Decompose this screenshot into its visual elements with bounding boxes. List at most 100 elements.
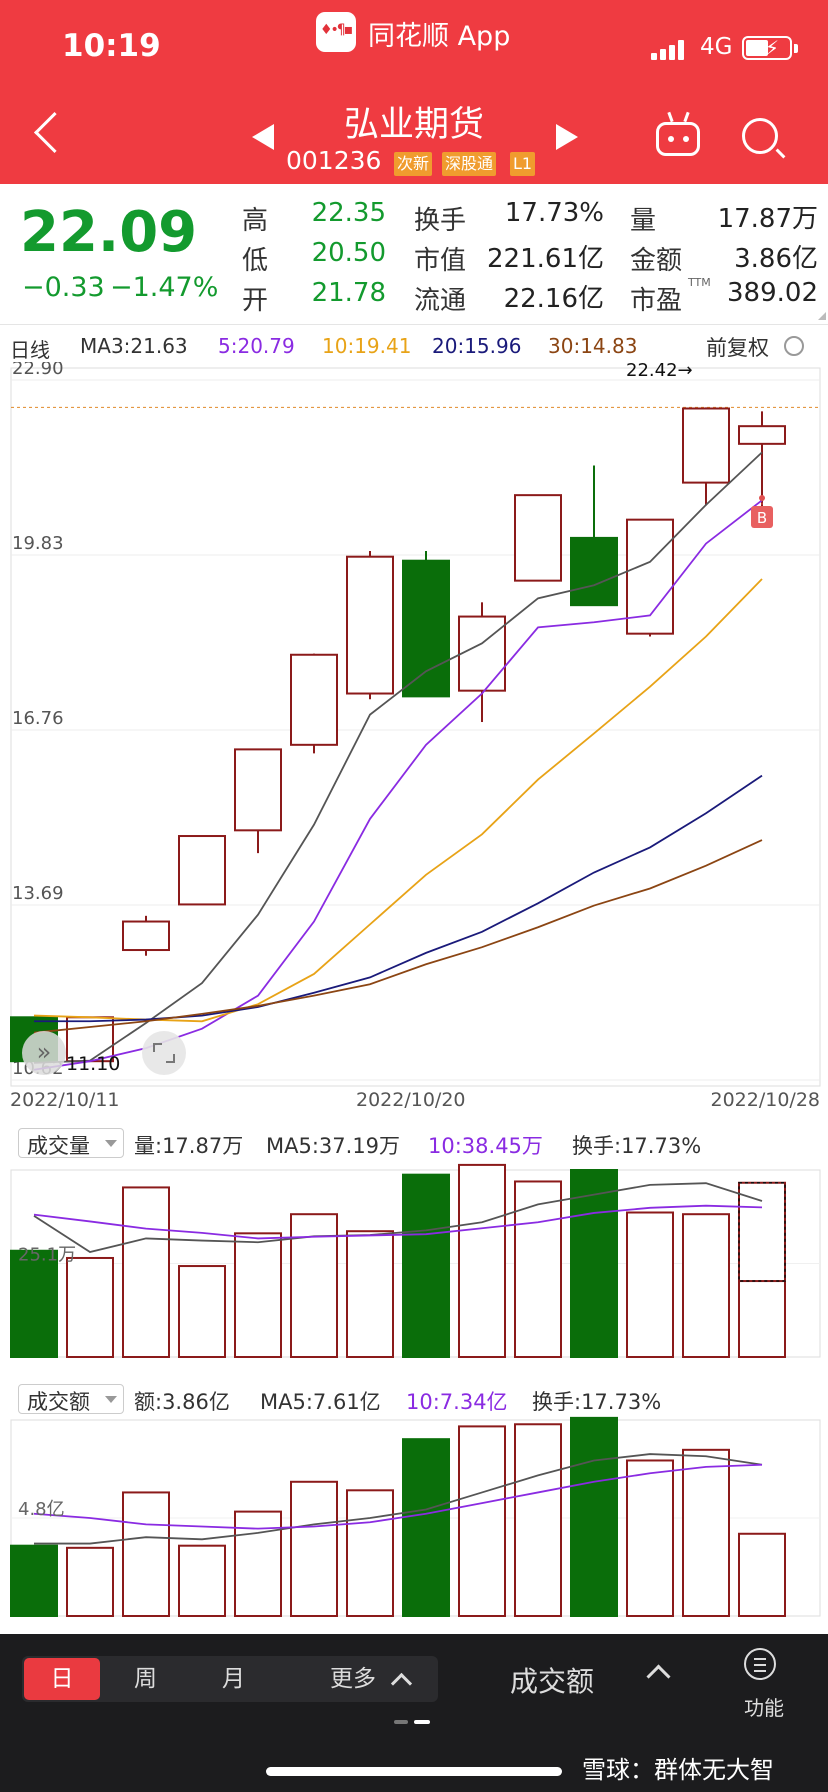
candle-body (290, 653, 338, 746)
current-price: 22.09 (20, 200, 198, 265)
candle-body (514, 494, 562, 582)
amount-ma10: 10:7.34亿 (406, 1390, 508, 1414)
candle-body (682, 407, 730, 484)
volume-indicator-label: 成交量 (27, 1134, 90, 1158)
next-stock-button[interactable] (556, 124, 578, 150)
tab-week[interactable]: 周 (134, 1658, 157, 1700)
value-amount: 3.86亿 (734, 244, 818, 274)
function-label[interactable]: 功能 (744, 1692, 784, 1721)
value-open: 21.78 (311, 278, 386, 308)
candle-body (738, 425, 786, 445)
search-icon[interactable] (742, 118, 778, 154)
indicator-selector[interactable]: 成交额 (510, 1660, 594, 1700)
ma30-value: 30:14.83 (548, 334, 638, 358)
amount-bar (738, 1532, 786, 1617)
low-price-label: 11.10 (66, 1053, 120, 1075)
tab-day[interactable]: 日 (24, 1658, 100, 1700)
kline-chart[interactable]: 22.9019.8316.7613.6910.6222.42→11.10B»20… (0, 362, 828, 1124)
volume-bar (682, 1213, 730, 1359)
kline-ytick: 16.76 (12, 708, 64, 729)
kline-ytick: 22.90 (12, 362, 64, 379)
kline-xtick: 2022/10/20 (356, 1089, 466, 1111)
candle-body (402, 559, 450, 698)
volume-ma10: 10:38.45万 (428, 1134, 543, 1158)
gear-icon[interactable] (784, 336, 804, 356)
value-pe: 389.02 (727, 278, 818, 308)
chevron-down-icon (105, 1396, 117, 1403)
amount-bar (178, 1544, 226, 1617)
tag-level: L1 (510, 152, 536, 176)
app-logo-glyph: ♦•¶▪ (320, 22, 353, 38)
label-pe: 市盈 (630, 286, 683, 316)
tab-more[interactable]: 更多 (330, 1658, 376, 1700)
label-market-cap: 市值 (414, 246, 467, 276)
volume-bar (10, 1249, 58, 1358)
label-turnover: 换手 (414, 206, 467, 236)
label-ttm: TTM (688, 276, 711, 289)
amount-bar (10, 1544, 58, 1617)
volume-current-bar (738, 1280, 786, 1358)
value-market-cap: 221.61亿 (487, 244, 604, 274)
volume-bar (626, 1211, 674, 1358)
label-open: 开 (242, 286, 269, 316)
volume-bar (66, 1256, 114, 1358)
candle-body (234, 748, 282, 832)
divider (0, 324, 828, 325)
buy-signal-label: B (757, 509, 767, 527)
ma10-line (33, 578, 763, 1023)
ma5-value: 5:20.79 (218, 334, 295, 358)
amount-bar (66, 1546, 114, 1617)
tag-connect: 深股通 (442, 152, 497, 176)
signal-icon (651, 38, 691, 60)
amount-indicator-label: 成交额 (27, 1390, 90, 1414)
fullscreen-button (142, 1031, 186, 1075)
tab-month[interactable]: 月 (222, 1658, 245, 1700)
home-indicator[interactable] (266, 1767, 562, 1776)
value-float-cap: 22.16亿 (503, 284, 604, 314)
volume-chart[interactable]: 25.1万 (0, 1160, 828, 1360)
volume-value: 量:17.87万 (134, 1134, 244, 1158)
stock-name: 弘业期货 (343, 105, 484, 145)
value-volume: 17.87万 (717, 204, 818, 234)
label-volume: 量 (630, 206, 657, 236)
volume-ma5: MA5:37.19万 (266, 1134, 401, 1158)
label-low: 低 (242, 246, 269, 276)
amount-bar (570, 1416, 618, 1617)
amount-bar (290, 1480, 338, 1617)
robot-assistant-icon[interactable] (656, 111, 700, 156)
signal-dot (759, 495, 765, 501)
app-logo-icon: ♦•¶▪ (316, 12, 356, 52)
ma20-value: 20:15.96 (432, 334, 522, 358)
value-turnover: 17.73% (504, 198, 604, 228)
label-float-cap: 流通 (414, 286, 467, 316)
double-chevron-icon: » (37, 1038, 52, 1066)
tag-new-listing: 次新 (394, 152, 433, 176)
candle-body (346, 555, 394, 695)
kline-ytick: 19.83 (12, 533, 64, 554)
battery-icon: ⚡ (742, 36, 792, 60)
kline-xtick: 2022/10/11 (10, 1089, 120, 1111)
volume-bar (122, 1186, 170, 1358)
amount-indicator-dropdown[interactable]: 成交额 (18, 1384, 124, 1414)
candle-body (178, 835, 226, 906)
battery-tip (794, 44, 798, 53)
quote-expand-icon[interactable] (818, 312, 826, 320)
adjust-mode-label[interactable]: 前复权 (706, 332, 769, 362)
amount-ytick: 4.8亿 (18, 1499, 65, 1520)
ma10-value: 10:19.41 (322, 334, 412, 358)
volume-bar (458, 1163, 506, 1359)
network-type: 4G (700, 34, 733, 60)
menu-icon[interactable] (744, 1648, 776, 1680)
amount-bar (402, 1438, 450, 1617)
volume-ytick: 25.1万 (18, 1245, 76, 1266)
amount-chart[interactable]: 4.8亿 (0, 1414, 828, 1618)
label-high: 高 (242, 206, 269, 236)
candle-body (122, 920, 170, 952)
kline-ytick: 13.69 (12, 883, 64, 904)
price-change: −0.33 (22, 272, 105, 303)
chevron-down-icon (105, 1140, 117, 1147)
volume-indicator-dropdown[interactable]: 成交量 (18, 1128, 124, 1158)
volume-bar (346, 1230, 394, 1358)
label-amount: 金额 (630, 246, 683, 276)
prev-stock-button[interactable] (252, 124, 274, 150)
